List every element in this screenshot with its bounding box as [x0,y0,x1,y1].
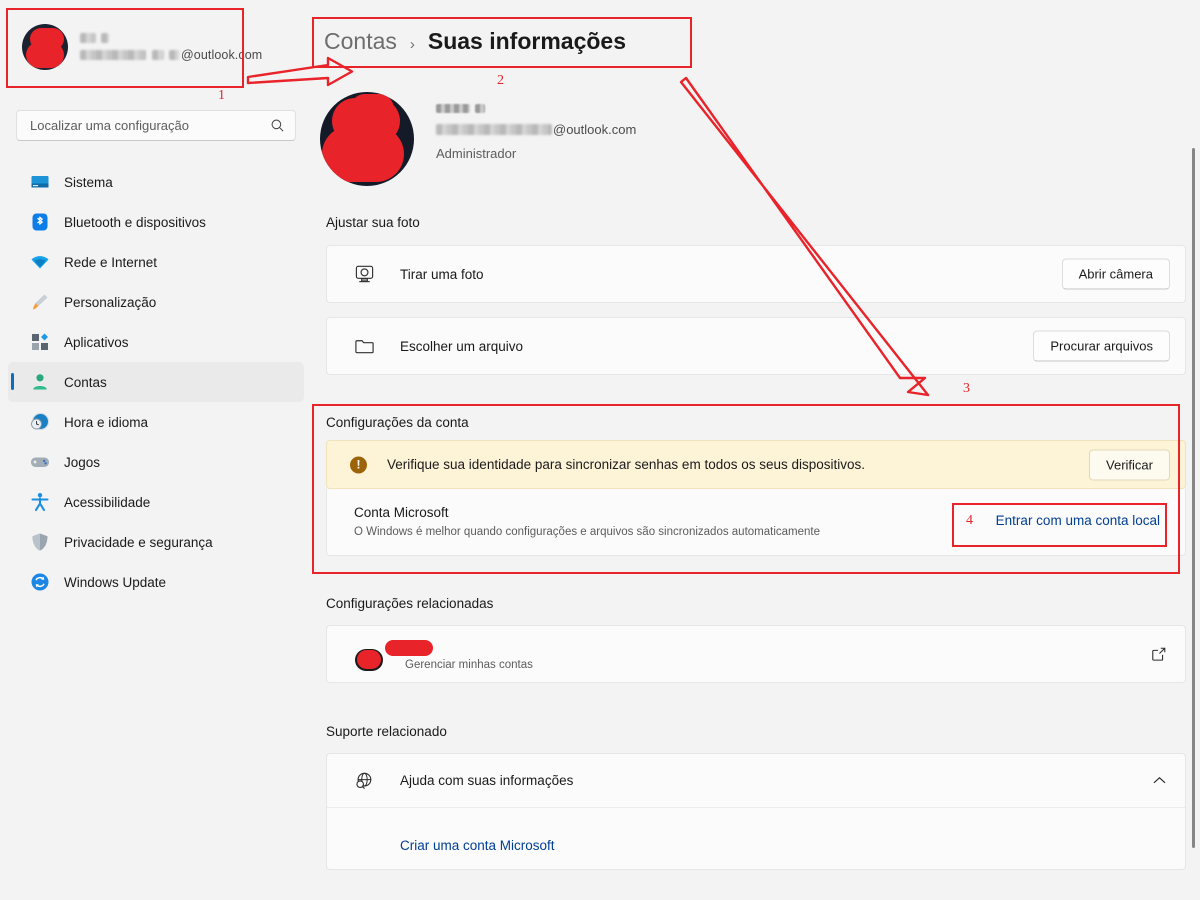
paintbrush-icon [33,294,48,310]
sidebar-item-acessibilidade[interactable]: Acessibilidade [8,482,304,522]
section-title-related-support: Suporte relacionado [326,724,447,739]
wifi-icon [31,256,49,269]
refresh-circle-icon [31,573,49,591]
sidebar-item-label: Windows Update [64,574,167,590]
sidebar-item-privacidade[interactable]: Privacidade e segurança [8,522,304,562]
sidebar-item-label: Sistema [64,174,113,190]
shield-icon [32,533,48,551]
sidebar-item-label: Bluetooth e dispositivos [64,214,206,230]
breadcrumb-parent[interactable]: Contas [324,28,397,55]
folder-icon [355,340,374,354]
verify-button[interactable]: Verificar [1089,449,1170,480]
search-icon [271,119,284,132]
sidebar-item-label: Jogos [64,454,101,470]
profile-email: @outlook.com [436,122,636,137]
sidebar-item-rede[interactable]: Rede e Internet [8,242,304,282]
camera-icon [355,265,374,283]
sidebar-item-hora[interactable]: Hora e idioma [8,402,304,442]
sidebar-account-tile[interactable]: @outlook.com [14,16,294,78]
section-title-account-settings: Configurações da conta [326,415,469,430]
annotation-number-1: 1 [218,88,225,103]
scrollbar-thumb[interactable] [1192,148,1195,848]
clock-globe-icon [31,413,49,430]
accessibility-icon [31,493,49,512]
annotation-number-2: 2 [497,73,504,88]
sidebar-item-jogos[interactable]: Jogos [8,442,304,482]
gamepad-icon [31,457,49,467]
sidebar-account-email-domain: @outlook.com [181,47,263,62]
sidebar-item-windows-update[interactable]: Windows Update [8,562,304,602]
manage-accounts-subtitle: Gerenciar minhas contas [405,659,533,671]
sidebar-item-sistema[interactable]: Sistema [8,162,304,202]
section-title-photo: Ajustar sua foto [326,215,420,230]
sidebar-item-label: Hora e idioma [64,414,149,430]
verify-identity-text: Verifique sua identidade para sincroniza… [387,457,866,472]
page-title: Suas informações [427,28,627,54]
card-choose-file[interactable]: Escolher um arquivo Procurar arquivos [326,317,1186,375]
sidebar: @outlook.com Localizar uma configuração … [0,0,312,900]
open-camera-button[interactable]: Abrir câmera [1061,258,1170,290]
sidebar-item-personalizacao[interactable]: Personalização [8,282,304,322]
sidebar-item-aplicativos[interactable]: Aplicativos [8,322,304,362]
divider [327,807,1185,808]
main-content: Contas › Suas informações @outlook.com A… [312,0,1200,900]
globe-search-icon [356,772,372,790]
breadcrumb: Contas › Suas informações [324,28,626,55]
card-take-photo[interactable]: Tirar uma foto Abrir câmera [326,245,1186,303]
sign-in-local-account-link[interactable]: Entrar com uma conta local [996,513,1160,528]
sidebar-item-bluetooth[interactable]: Bluetooth e dispositivos [8,202,304,242]
sidebar-nav: Sistema Bluetooth e dispositivos Rede e … [8,162,304,602]
avatar [320,92,414,186]
browse-files-button[interactable]: Procurar arquivos [1033,330,1170,362]
microsoft-account-subtitle: O Windows é melhor quando configurações … [354,526,821,538]
microsoft-account-row: Conta Microsoft O Windows é melhor quand… [326,489,1186,556]
avatar [22,24,68,70]
warning-exclamation-icon: ! [350,456,367,473]
microsoft-account-title: Conta Microsoft [354,505,449,520]
profile-role: Administrador [436,146,517,161]
sidebar-item-label: Privacidade e segurança [64,534,213,550]
profile-header: @outlook.com Administrador [320,92,636,186]
sidebar-account-texts: @outlook.com [80,32,263,62]
sidebar-item-label: Aplicativos [64,334,129,350]
sidebar-item-label: Contas [64,374,107,390]
help-info-row[interactable]: Ajuda com suas informações [327,754,1185,807]
person-icon [33,374,47,390]
help-info-label: Ajuda com suas informações [400,773,574,788]
support-group: Ajuda com suas informações Criar uma con… [326,753,1186,870]
sidebar-item-label: Personalização [64,294,157,310]
profile-texts: @outlook.com Administrador [436,92,636,161]
sidebar-item-label: Acessibilidade [64,494,151,510]
annotation-number-3: 3 [963,381,970,396]
bluetooth-icon [32,213,48,231]
annotation-number-4: 4 [966,513,973,528]
settings-window: @outlook.com Localizar uma configuração … [0,0,1200,900]
sidebar-item-contas[interactable]: Contas [8,362,304,402]
scrollbar-track[interactable] [1187,60,1199,900]
card-label: Escolher um arquivo [400,338,524,354]
search-placeholder: Localizar uma configuração [30,118,189,133]
external-link-icon[interactable] [1151,646,1167,662]
system-monitor-icon [31,176,49,188]
chevron-up-icon[interactable] [1153,776,1166,785]
manage-accounts-row[interactable]: Gerenciar minhas contas [326,625,1186,683]
apps-icon [32,333,48,350]
profile-email-domain: @outlook.com [553,122,637,137]
card-label: Tirar uma foto [400,266,484,282]
section-title-related-settings: Configurações relacionadas [326,596,494,611]
sidebar-item-label: Rede e Internet [64,254,158,270]
search-input[interactable]: Localizar uma configuração [16,110,296,141]
verify-identity-banner: ! Verifique sua identidade para sincroni… [326,440,1186,489]
chevron-right-icon: › [409,36,415,53]
create-microsoft-account-link[interactable]: Criar uma conta Microsoft [400,838,555,853]
